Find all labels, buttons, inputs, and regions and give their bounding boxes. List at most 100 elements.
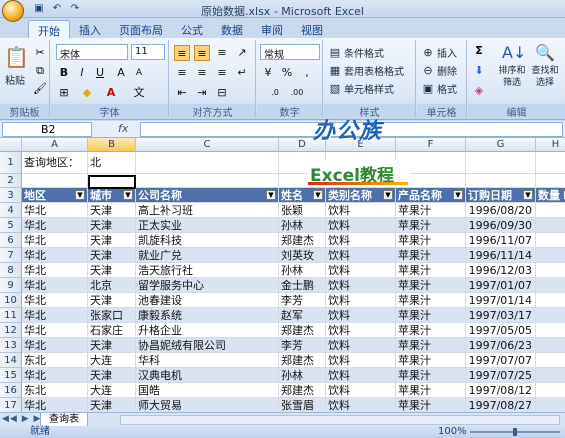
cell[interactable] [536,338,565,353]
cell[interactable]: 1997/07/07 [466,353,536,368]
row-header[interactable]: 8 [0,263,22,278]
cell[interactable]: 天津 [88,248,136,263]
fill-icon[interactable]: ⬇ [472,64,486,78]
cell[interactable]: 饮料 [326,263,396,278]
cell[interactable] [536,278,565,293]
cell[interactable]: 天津 [88,203,136,218]
cell[interactable]: 1996/08/20 [466,203,536,218]
filter-dropdown-icon[interactable]: ▼ [383,190,393,200]
cell[interactable]: 饮料 [326,368,396,383]
tab-page-layout[interactable]: 页面布局 [110,20,172,38]
cell[interactable]: 池春建设 [136,293,279,308]
currency-icon[interactable]: ¥ [260,65,276,81]
row-header[interactable]: 14 [0,353,22,368]
cell[interactable]: 华北 [22,323,88,338]
align-right-icon[interactable]: ≡ [214,65,230,81]
paste-button[interactable]: 📋 粘贴 [4,44,29,87]
cell[interactable]: 饮料 [326,278,396,293]
cell[interactable]: 1997/07/25 [466,368,536,383]
tab-formulas[interactable]: 公式 [172,20,212,38]
select-all-corner[interactable] [0,138,22,152]
cell[interactable] [536,323,565,338]
cell[interactable] [536,218,565,233]
filter-dropdown-icon[interactable]: ▼ [75,190,85,200]
cell[interactable]: 李芳 [279,293,326,308]
cell[interactable]: 1997/08/12 [466,383,536,398]
horizontal-scrollbar[interactable] [120,415,560,425]
row-header[interactable]: 15 [0,368,22,383]
cell[interactable] [536,308,565,323]
worksheet-grid[interactable]: ABCDEFGH 1 查询地区：北 2 3 地区 ▼ 城市 ▼ 公司名称 ▼ 姓名 ▼ 类别名称 ▼ 产品名… [0,138,565,412]
format-as-table-button[interactable]: ▦ 套用表格格式 [328,63,404,79]
cell[interactable] [536,383,565,398]
cell[interactable]: 1997/01/14 [466,293,536,308]
conditional-format-button[interactable]: ▤ 条件格式 [328,45,384,61]
cell[interactable]: 饮料 [326,308,396,323]
wrap-text-icon[interactable]: ↵ [234,65,250,81]
cell[interactable]: 饮料 [326,233,396,248]
row-header[interactable]: 10 [0,293,22,308]
filter-dropdown-icon[interactable]: ▼ [123,190,133,200]
active-cell[interactable] [88,175,136,189]
cell[interactable] [536,353,565,368]
grow-font-icon[interactable]: A [113,65,129,81]
name-box[interactable]: B2 [2,122,92,137]
cell[interactable]: 石家庄 [88,323,136,338]
number-format-select[interactable]: 常规 [260,44,320,61]
cell[interactable]: 苹果汁 [396,218,466,233]
cell[interactable] [22,174,88,188]
cell[interactable]: 1997/08/27 [466,398,536,412]
cell[interactable]: 刘英玫 [279,248,326,263]
row-header[interactable]: 6 [0,233,22,248]
cell[interactable]: 苹果汁 [396,263,466,278]
cell[interactable]: 苹果汁 [396,278,466,293]
cell[interactable]: 天津 [88,233,136,248]
cell[interactable]: 饮料 [326,203,396,218]
cell[interactable]: 苹果汁 [396,398,466,412]
cell[interactable]: 华北 [22,293,88,308]
cell[interactable] [536,398,565,412]
cell[interactable]: 张雪眉 [279,398,326,412]
cell[interactable] [136,152,279,174]
align-center-icon[interactable]: ≡ [194,65,210,81]
cell[interactable]: 天津 [88,398,136,412]
cell[interactable] [536,368,565,383]
zoom-slider-thumb[interactable] [513,428,517,436]
cell[interactable]: 正太实业 [136,218,279,233]
cell[interactable]: 张家口 [88,308,136,323]
tab-home[interactable]: 开始 [28,20,70,38]
cell[interactable]: 1996/12/03 [466,263,536,278]
delete-cells-button[interactable]: ⊖ 删除 [421,63,457,79]
cell[interactable] [536,248,565,263]
cell[interactable]: 大连 [88,383,136,398]
align-top-icon[interactable]: ≡ [174,45,190,61]
format-painter-icon[interactable]: 🖌 [33,82,47,96]
cell[interactable] [536,174,565,188]
font-size-select[interactable]: 11 [131,44,165,60]
column-header-g[interactable]: G [466,138,536,152]
zoom-level[interactable]: 100% [438,426,467,438]
cell[interactable] [536,203,565,218]
cell[interactable]: 浩天旅行社 [136,263,279,278]
cell[interactable]: 天津 [88,293,136,308]
cell[interactable]: 高上补习班 [136,203,279,218]
cell[interactable]: 1997/06/23 [466,338,536,353]
row-header[interactable]: 7 [0,248,22,263]
cell[interactable]: 饮料 [326,293,396,308]
row-header[interactable]: 13 [0,338,22,353]
column-header-a[interactable]: A [22,138,88,152]
percent-icon[interactable]: % [279,65,295,81]
cell[interactable]: 汉典电机 [136,368,279,383]
cell-styles-button[interactable]: ▧ 单元格样式 [328,81,394,97]
cell[interactable]: 饮料 [326,398,396,412]
cell[interactable] [466,152,536,174]
cell[interactable]: 就业广兑 [136,248,279,263]
tab-view[interactable]: 视图 [292,20,332,38]
cell[interactable] [136,174,279,188]
tab-insert[interactable]: 插入 [70,20,110,38]
cell[interactable]: 华北 [22,368,88,383]
column-header-f[interactable]: F [396,138,466,152]
cell[interactable]: 孙林 [279,263,326,278]
filter-dropdown-icon[interactable]: ▼ [313,190,323,200]
query-label[interactable]: 查询地区： [22,152,88,174]
